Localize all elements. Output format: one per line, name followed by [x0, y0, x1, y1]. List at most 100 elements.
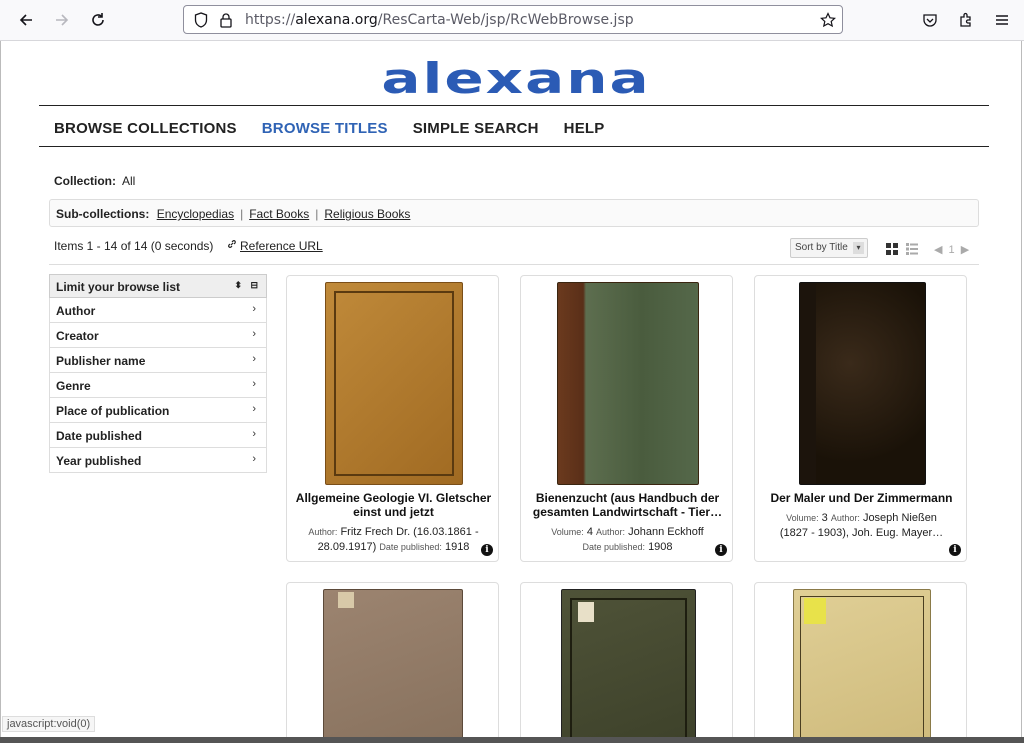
nav-browse-collections[interactable]: BROWSE COLLECTIONS: [54, 120, 237, 140]
collapse-icon[interactable]: ⊟: [250, 280, 258, 291]
meta-value: Johann Eckhoff: [628, 526, 704, 538]
page-content: alexana BROWSE COLLECTIONS BROWSE TITLES…: [0, 41, 1022, 743]
menu-icon[interactable]: [990, 8, 1014, 32]
url-text[interactable]: https://alexana.org/ResCarta-Web/jsp/RcW…: [245, 12, 634, 28]
next-page-icon[interactable]: ▶: [961, 244, 969, 256]
grid-view-icon[interactable]: [885, 242, 901, 256]
meta-label: Author:: [830, 513, 860, 523]
cover-label-sticker: [578, 602, 594, 622]
subcollection-link-encyclopedias[interactable]: Encyclopedias: [157, 207, 234, 221]
book-card[interactable]: Der Maler und Der Zimmermann Volume: 3 A…: [754, 275, 967, 562]
info-icon[interactable]: i: [715, 544, 727, 556]
sidebar-item-label: Author: [56, 304, 96, 318]
sidebar-item-creator[interactable]: Creator ›: [49, 323, 267, 348]
subcollection-link-religious-books[interactable]: Religious Books: [324, 207, 410, 221]
cover-spine: [800, 283, 816, 484]
pocket-icon[interactable]: [918, 8, 942, 32]
collection-label: Collection:: [54, 174, 116, 188]
sidebar-item-date-published[interactable]: Date published ›: [49, 423, 267, 448]
book-card[interactable]: [754, 582, 967, 743]
site-logo[interactable]: alexana: [361, 51, 671, 103]
sidebar-item-year-published[interactable]: Year published ›: [49, 448, 267, 473]
prev-page-icon[interactable]: ◀: [934, 244, 942, 256]
info-icon[interactable]: i: [481, 544, 493, 556]
book-title[interactable]: Der Maler und Der Zimmermann: [763, 491, 960, 505]
separator: |: [240, 207, 244, 221]
page-number: 1: [948, 244, 955, 256]
cover-frame: [334, 291, 454, 476]
sidebar-item-label: Date published: [56, 429, 143, 443]
book-card[interactable]: [286, 582, 499, 743]
book-cover-image[interactable]: [557, 282, 699, 485]
book-card[interactable]: [520, 582, 733, 743]
sidebar-item-label: Year published: [56, 454, 142, 468]
subcollection-link-fact-books[interactable]: Fact Books: [249, 207, 309, 221]
sort-select[interactable]: Sort by Title ▾: [790, 238, 868, 258]
meta-value: 1918: [444, 541, 470, 553]
book-cover-image[interactable]: [323, 589, 463, 743]
sidebar-item-publisher-name[interactable]: Publisher name ›: [49, 348, 267, 373]
shield-icon[interactable]: [192, 11, 210, 29]
book-meta: Volume: 4 Author: Johann Eckhoff Date pu…: [529, 525, 726, 555]
bottom-edge: [0, 737, 1024, 743]
sort-selected: Sort by Title: [795, 242, 848, 253]
book-cover-image[interactable]: [325, 282, 463, 485]
book-cover-image[interactable]: [561, 589, 696, 743]
link-icon: [228, 240, 236, 248]
url-domain: alexana.org: [295, 12, 378, 28]
info-icon[interactable]: i: [949, 544, 961, 556]
meta-value: 3: [821, 512, 828, 524]
book-cover-image[interactable]: [799, 282, 926, 485]
sidebar-item-genre[interactable]: Genre ›: [49, 373, 267, 398]
url-path: /ResCarta-Web/jsp/RcWebBrowse.jsp: [377, 12, 634, 28]
chevron-right-icon: ›: [252, 303, 256, 315]
reload-icon[interactable]: [86, 8, 110, 32]
nav-simple-search[interactable]: SIMPLE SEARCH: [413, 120, 539, 140]
book-card[interactable]: Bienenzucht (aus Handbuch der gesamten L…: [520, 275, 733, 562]
lock-icon[interactable]: [217, 11, 235, 29]
sidebar-heading-label: Limit your browse list: [56, 280, 181, 294]
forward-icon[interactable]: [50, 8, 74, 32]
chevron-right-icon: ›: [252, 403, 256, 415]
nav-top-rule: [39, 105, 989, 106]
cover-label-sticker: [804, 598, 826, 624]
pager: ◀ 1 ▶: [934, 243, 969, 256]
sidebar-heading: Limit your browse list ⬍ ⊟: [49, 274, 267, 298]
meta-value: 4: [586, 526, 593, 538]
book-meta: Author: Fritz Frech Dr. (16.03.1861 - 28…: [295, 525, 492, 555]
chevron-right-icon: ›: [252, 453, 256, 465]
chevron-right-icon: ›: [252, 328, 256, 340]
sidebar-item-label: Creator: [56, 329, 99, 343]
reference-url-link[interactable]: Reference URL: [240, 239, 323, 253]
list-view-icon[interactable]: [905, 242, 921, 256]
book-cover-image[interactable]: [793, 589, 931, 743]
back-icon[interactable]: [14, 8, 38, 32]
cover-label-sticker: [338, 592, 354, 608]
nav-help[interactable]: HELP: [564, 120, 605, 140]
collection-info: Collection: All: [54, 174, 135, 188]
subcollections-label: Sub-collections:: [56, 207, 150, 221]
chevron-right-icon: ›: [252, 378, 256, 390]
reference-url[interactable]: Reference URL: [227, 239, 323, 253]
logo-text: alexana: [381, 54, 650, 103]
extensions-icon[interactable]: [954, 8, 978, 32]
sort-toggle-icon[interactable]: ⬍: [234, 280, 242, 291]
sidebar-item-label: Place of publication: [56, 404, 170, 418]
book-title[interactable]: Allgemeine Geologie VI. Gletscher einst …: [295, 491, 492, 519]
meta-label: Date published:: [379, 542, 442, 552]
separator: |: [315, 207, 319, 221]
bookmark-star-icon[interactable]: [819, 11, 837, 29]
meta-label: Volume:: [551, 527, 584, 537]
meta-label: Author:: [308, 527, 338, 537]
nav-browse-titles[interactable]: BROWSE TITLES: [262, 120, 388, 140]
subcollections-bar: Sub-collections: Encyclopedias | Fact Book…: [49, 199, 979, 227]
meta-label: Volume:: [786, 513, 819, 523]
sidebar-item-place-of-publication[interactable]: Place of publication ›: [49, 398, 267, 423]
results-divider: [49, 264, 979, 265]
url-bar[interactable]: https://alexana.org/ResCarta-Web/jsp/RcW…: [183, 5, 843, 34]
book-card[interactable]: Allgemeine Geologie VI. Gletscher einst …: [286, 275, 499, 562]
sidebar-item-author[interactable]: Author ›: [49, 298, 267, 323]
meta-label: Author:: [596, 527, 626, 537]
meta-value: 28.09.1917): [317, 541, 377, 553]
book-title[interactable]: Bienenzucht (aus Handbuch der gesamten L…: [529, 491, 726, 519]
